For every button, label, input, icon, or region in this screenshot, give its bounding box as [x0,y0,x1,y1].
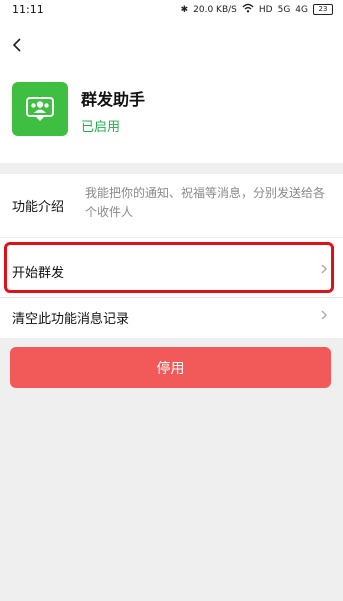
back-button[interactable] [10,37,26,53]
status-time: 11:11 [12,3,44,16]
feature-intro-row: 功能介绍 我能把你的通知、祝福等消息，分别发送给各个收件人 [0,174,343,237]
chevron-right-icon [321,310,327,320]
section-divider [0,163,343,174]
clear-history-label: 清空此功能消息记录 [12,312,130,327]
app-status: 已启用 [81,120,121,135]
chevron-right-icon [321,264,327,274]
signal-5g: 5G [277,4,291,15]
wifi-icon [242,3,254,16]
screen: 11:11 ✱ 20.0 KB/S HD 5G 4G 23 群发助手 已启用 功… [0,0,343,601]
start-broadcast-label: 开始群发 [12,266,65,281]
disable-button[interactable]: 停用 [10,347,331,388]
signal-4g: 4G [295,4,308,15]
status-icons: ✱ 20.0 KB/S HD 5G 4G 23 [181,3,333,16]
group-users-icon [12,82,68,136]
bluetooth-icon: ✱ [180,4,189,15]
battery-icon: 23 [313,4,333,15]
disable-button-label: 停用 [156,360,185,377]
intro-label: 功能介绍 [12,200,65,215]
hd-badge: HD [258,4,273,15]
network-speed: 20.0 KB/S [193,4,237,15]
app-title: 群发助手 [81,90,146,109]
chevron-left-icon [12,38,21,52]
status-bar: 11:11 ✱ 20.0 KB/S HD 5G 4G 23 [0,0,343,22]
intro-text: 我能把你的通知、祝福等消息，分别发送给各个收件人 [85,186,326,219]
